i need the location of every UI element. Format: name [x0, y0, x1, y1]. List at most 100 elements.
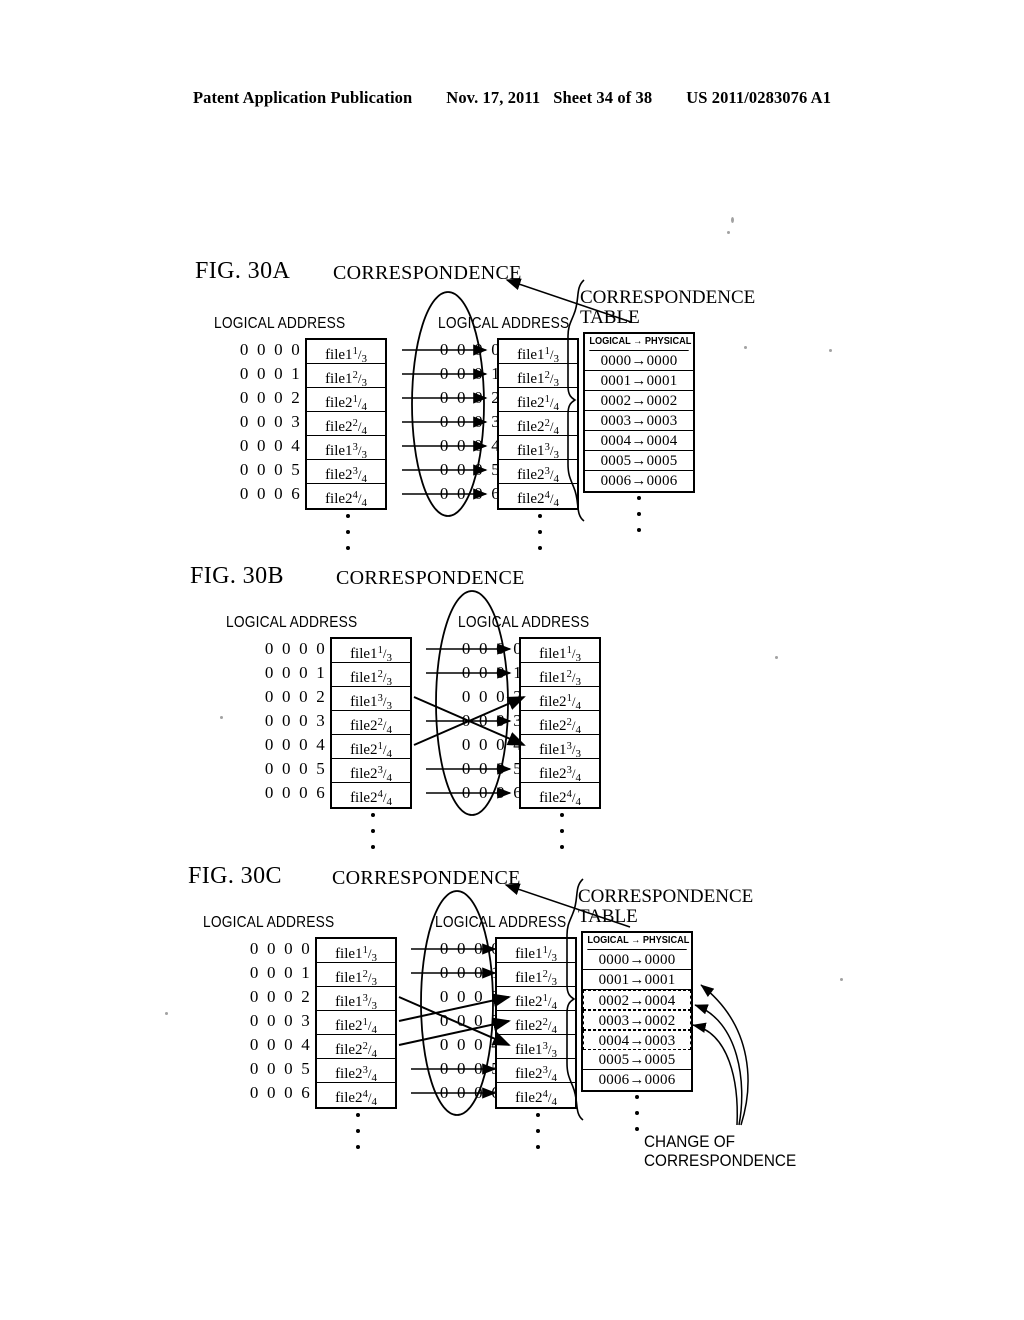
file-name: file1 [515, 946, 543, 962]
logical-address-value: 0002 [598, 993, 630, 1009]
file-cell: file23/4 [521, 759, 599, 784]
file-name: file2 [350, 718, 378, 734]
file-name: file2 [517, 395, 545, 411]
file-part-total: 4 [361, 497, 367, 509]
file-name: file2 [517, 419, 545, 435]
logical-address-value: 0002 [600, 393, 632, 409]
logical-address-value: 0003 [600, 413, 632, 429]
change-of-correspondence-label: CHANGE OF CORRESPONDENCE [644, 1132, 797, 1170]
correspondence-diagram [413, 590, 526, 816]
mapping-arrow-glyph: → [629, 1072, 645, 1088]
scan-speck [727, 231, 730, 234]
left-column-ellipsis [352, 1113, 364, 1161]
address-label: 0 0 0 1 [264, 663, 327, 682]
logical-address-value: 0004 [598, 1033, 630, 1049]
physical-address-value: 0005 [644, 1052, 676, 1068]
correspondence-table-ellipsis [631, 1095, 643, 1143]
logical-address-value: 0005 [598, 1052, 630, 1068]
logical-address-value: 0000 [598, 952, 630, 968]
address-label: 0 0 0 6 [264, 783, 327, 802]
file-name: file2 [539, 766, 567, 782]
file-cell: file21/4 [521, 687, 599, 712]
file-cell: file11/3 [521, 639, 599, 664]
left-file-column: file11/3 file12/3 file21/4 file22/4 file13/3… [305, 338, 387, 510]
correspondence-table-ellipsis [633, 496, 645, 544]
file-name: file1 [350, 694, 378, 710]
address-label: 0 0 0 0 [239, 340, 302, 359]
correspondence-title: CORRESPONDENCE [333, 262, 522, 284]
correspondence-table-row: 0006→0006 [585, 471, 693, 491]
file-name: file2 [539, 790, 567, 806]
correspondence-table-row: 0004→0003 [583, 1030, 691, 1050]
figure-fig30c: FIG. 30C CORRESPONDENCE LOGICAL ADDRESS LOG… [0, 855, 1024, 1170]
correspondence-table-row: 0005→0005 [585, 451, 693, 471]
file-cell: file24/4 [317, 1083, 395, 1108]
file-cell: file22/4 [332, 711, 410, 736]
file-cell: file11/3 [332, 639, 410, 664]
correspondence-table-row: 0001→0001 [583, 970, 691, 990]
file-name: file2 [515, 1066, 543, 1082]
correspondence-table-header: LOGICAL → PHYSICAL [589, 334, 691, 351]
change-of-correspondence-arrows [692, 984, 749, 1126]
file-cell: file22/4 [307, 412, 385, 437]
file-name: file2 [350, 766, 378, 782]
address-label: 0 0 0 3 [264, 711, 327, 730]
address-label: 0 0 0 6 [249, 1083, 312, 1102]
mapping-arrow-glyph: → [629, 1033, 645, 1049]
address-label: 0 0 0 0 [249, 939, 312, 958]
address-label: 0 0 0 2 [249, 987, 312, 1006]
left-address-column: 0 0 0 0 0 0 0 1 0 0 0 2 0 0 0 3 0 0 0 4 0 0 0… [255, 637, 327, 805]
mapping-arrow-glyph: → [631, 393, 647, 409]
file-name: file1 [515, 970, 543, 986]
file-name: file1 [325, 443, 353, 459]
header-publication: Patent Application Publication [192, 88, 413, 107]
right-column-ellipsis [532, 1113, 544, 1161]
correspondence-table-row: 0006→0006 [583, 1070, 691, 1090]
right-column-ellipsis [556, 813, 568, 861]
physical-address-value: 0000 [644, 952, 676, 968]
file-name: file2 [539, 694, 567, 710]
physical-address-value: 0006 [646, 473, 678, 489]
correspondence-table-row: 0002→0002 [585, 391, 693, 411]
file-name: file1 [539, 646, 567, 662]
address-label: 0 0 0 2 [264, 687, 327, 706]
file-name: file1 [335, 994, 363, 1010]
correspondence-title: CORRESPONDENCE [332, 867, 521, 889]
mapping-arrow-glyph: → [629, 993, 645, 1009]
file-cell: file13/3 [332, 687, 410, 712]
mapping-arrow-glyph: → [631, 413, 647, 429]
file-name: file2 [517, 467, 545, 483]
figure-fig30a: FIG. 30A CORRESPONDENCE LOGICAL ADDRESS LOG… [0, 250, 1024, 550]
physical-address-value: 0003 [644, 1033, 676, 1049]
file-name: file2 [515, 1018, 543, 1034]
file-cell: file21/4 [317, 1011, 395, 1036]
file-name: file2 [335, 1066, 363, 1082]
correspondence-table-row: 0001→0001 [585, 371, 693, 391]
correspondence-table-row: 0002→0004 [583, 990, 691, 1010]
header-sheet: Sheet 34 of 38 [553, 88, 653, 107]
left-file-column: file11/3 file12/3 file13/3 file22/4 file21/4… [330, 637, 412, 809]
address-label: 0 0 0 1 [249, 963, 312, 982]
correspondence-diagram [402, 291, 488, 517]
correspondence-diagram [398, 890, 511, 1116]
file-cell: file21/4 [307, 388, 385, 413]
physical-address-value: 0004 [644, 993, 676, 1009]
file-cell: file11/3 [317, 939, 395, 964]
physical-address-value: 0004 [646, 433, 678, 449]
correspondence-title: CORRESPONDENCE [336, 567, 525, 589]
file-cell: file24/4 [521, 783, 599, 808]
file-name: file1 [335, 970, 363, 986]
file-cell: file23/4 [332, 759, 410, 784]
logical-address-value: 0003 [598, 1013, 630, 1029]
file-name: file1 [350, 646, 378, 662]
file-name: file1 [517, 443, 545, 459]
left-address-column: 0 0 0 0 0 0 0 1 0 0 0 2 0 0 0 3 0 0 0 4 0 0 0… [230, 338, 302, 506]
file-cell: file13/3 [307, 436, 385, 461]
file-name: file1 [325, 347, 353, 363]
logical-address-value: 0006 [600, 473, 632, 489]
file-part-total: 4 [551, 1096, 557, 1108]
file-name: file2 [539, 718, 567, 734]
mapping-arrow-glyph: → [629, 1013, 645, 1029]
left-address-column: 0 0 0 0 0 0 0 1 0 0 0 2 0 0 0 3 0 0 0 4 0 0 0… [240, 937, 312, 1105]
mapping-arrow-glyph: → [631, 353, 647, 369]
